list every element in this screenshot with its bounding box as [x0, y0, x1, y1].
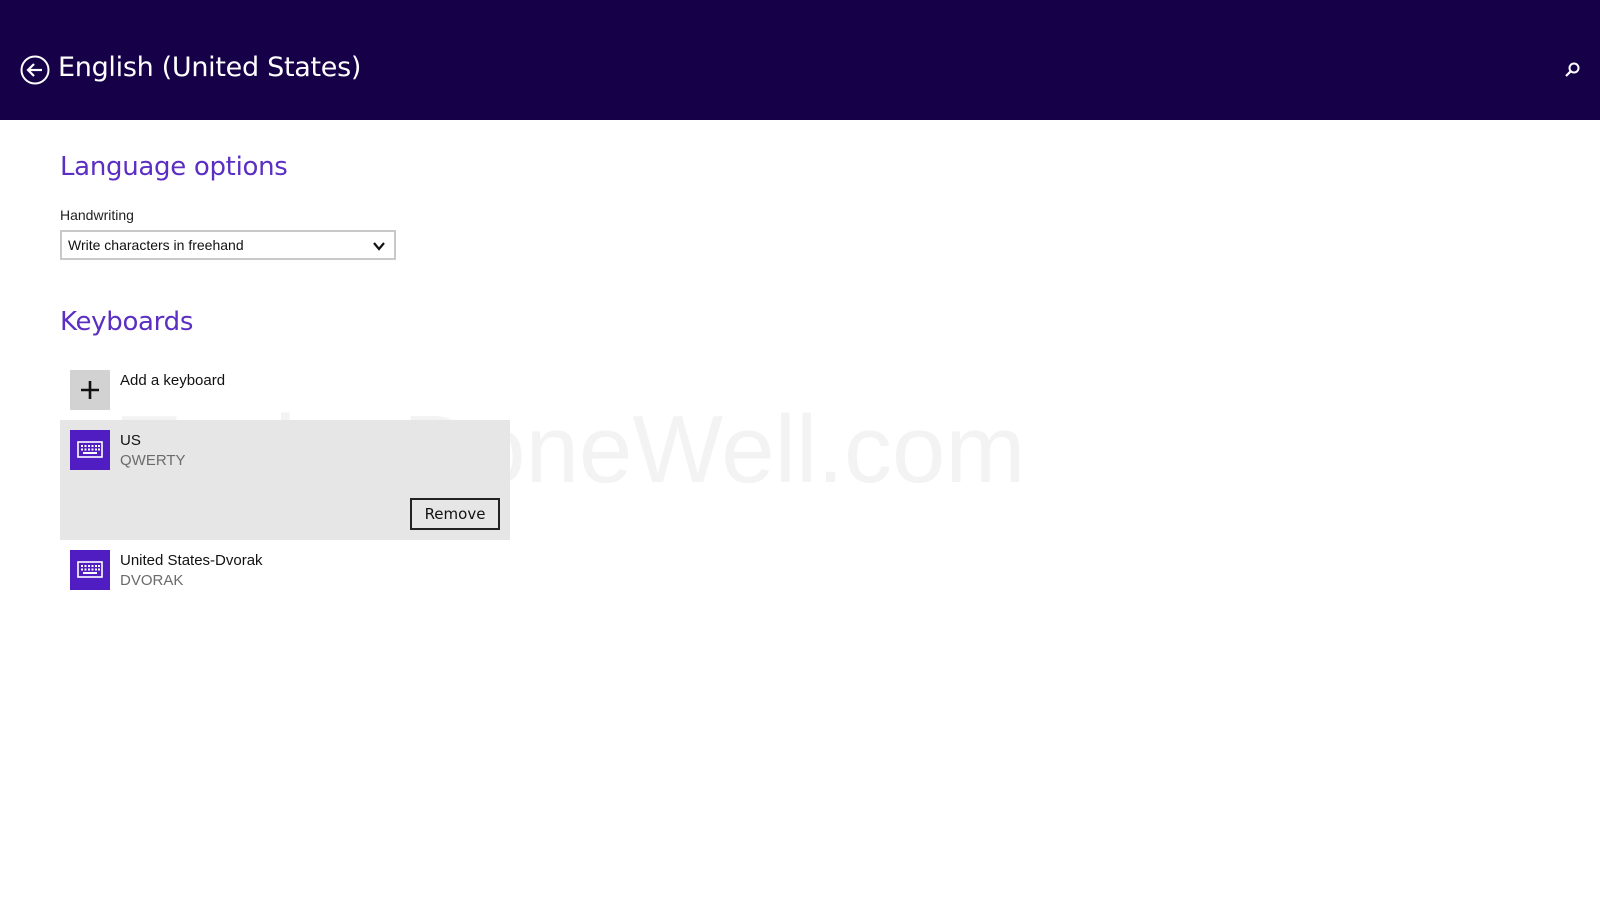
search-button[interactable]	[1562, 60, 1582, 80]
remove-button[interactable]: Remove	[410, 498, 500, 530]
plus-icon	[81, 381, 99, 399]
keyboard-item-us[interactable]: US QWERTY	[70, 430, 370, 470]
keyboard-layout: QWERTY	[120, 452, 186, 469]
language-options-heading: Language options	[60, 152, 288, 182]
keyboard-name: US	[120, 432, 141, 449]
keyboard-icon	[77, 441, 103, 458]
back-arrow-icon	[20, 55, 50, 85]
keyboards-heading: Keyboards	[60, 307, 194, 337]
keyboard-layout: DVORAK	[120, 572, 184, 589]
keyboard-icon	[77, 561, 103, 578]
keyboard-tile	[70, 550, 110, 590]
back-button[interactable]	[20, 55, 50, 85]
header-bar: English (United States)	[0, 0, 1600, 120]
plus-tile	[70, 370, 110, 410]
search-icon	[1565, 62, 1580, 77]
handwriting-label: Handwriting	[60, 207, 134, 223]
handwriting-dropdown[interactable]: Write characters in freehand	[60, 230, 396, 260]
keyboard-tile	[70, 430, 110, 470]
keyboard-name: United States-Dvorak	[120, 552, 263, 569]
add-keyboard-label: Add a keyboard	[120, 372, 226, 389]
handwriting-dropdown-value: Write characters in freehand	[68, 237, 244, 253]
keyboard-item-dvorak[interactable]: United States-Dvorak DVORAK	[70, 550, 370, 590]
chevron-down-icon	[373, 242, 385, 251]
add-keyboard-button[interactable]: Add a keyboard	[70, 370, 370, 410]
page-title: English (United States)	[58, 52, 362, 83]
